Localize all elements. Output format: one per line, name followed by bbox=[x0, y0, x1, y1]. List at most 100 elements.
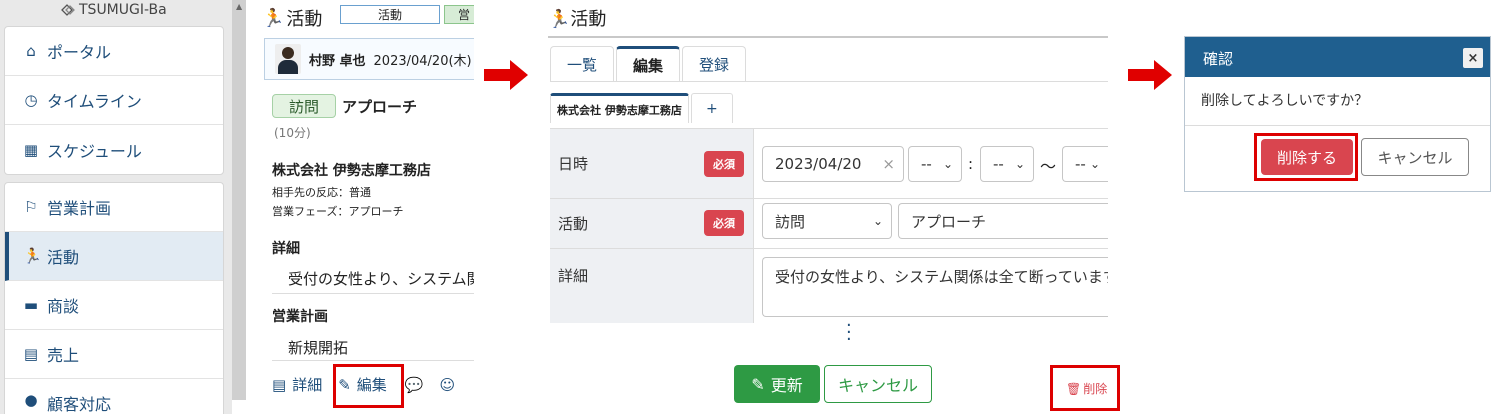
detail-heading: 詳細 bbox=[272, 241, 300, 257]
activity-name: アプローチ bbox=[342, 98, 418, 116]
tab-register[interactable]: 登録 bbox=[682, 46, 747, 82]
visit-badge: 訪問 bbox=[272, 94, 336, 118]
detail-textarea[interactable]: 受付の女性より、システム関係は全て断っています bbox=[762, 257, 1108, 317]
logo-mark-icon bbox=[61, 4, 75, 16]
chevron-down-icon: ⌄ bbox=[1089, 157, 1100, 171]
page-title: 🏃活動 bbox=[548, 5, 606, 31]
activity-type-value: 訪問 bbox=[775, 212, 806, 231]
user-name: 村野 卓也 bbox=[309, 53, 366, 69]
arrow-right-icon bbox=[1128, 60, 1172, 90]
sidebar-item-customer-support[interactable]: ● 顧客対応 bbox=[5, 379, 223, 414]
edit-icon: ✎ bbox=[751, 374, 765, 394]
cancel-button[interactable]: キャンセル bbox=[824, 365, 932, 403]
chevron-down-icon: ⌄ bbox=[1014, 157, 1025, 171]
detail-textarea-value: 受付の女性より、システム関係は全て断っています bbox=[775, 268, 1108, 286]
end-hour-select[interactable]: -- ⌄ bbox=[1062, 146, 1108, 182]
running-icon: 🏃 bbox=[548, 9, 571, 30]
form-label-cell: 日時 必須 bbox=[550, 129, 754, 198]
sidebar-item-label: 活動 bbox=[47, 248, 80, 267]
running-icon: 🏃 bbox=[262, 7, 285, 29]
header-divider bbox=[548, 36, 1108, 38]
sidebar-item-activity[interactable]: 🏃 活動 bbox=[5, 232, 223, 281]
nav-group-main: ⌂ ポータル ◷ タイムライン ▦ スケジュール bbox=[4, 26, 224, 175]
date-input[interactable]: 2023/04/20 × bbox=[762, 146, 904, 182]
tabs-divider bbox=[550, 81, 1108, 82]
nav-group-sales: ⚐ 営業計画 🏃 活動 ▬ 商談 ▤ 売上 ● 顧客対応 bbox=[4, 182, 224, 414]
sidebar-item-label: タイムライン bbox=[47, 92, 142, 111]
form-row-activity: 活動 必須 訪問 ⌄ アプローチ bbox=[550, 199, 1108, 249]
dialog-divider bbox=[1185, 125, 1490, 126]
activity-name-input[interactable]: アプローチ bbox=[898, 203, 1108, 239]
scroll-up-arrow-icon[interactable]: ▲ bbox=[236, 2, 242, 11]
invoice-icon: ▤ bbox=[23, 345, 39, 363]
page-title-text: 活動 bbox=[570, 9, 607, 30]
highlight-edit bbox=[333, 364, 404, 408]
activity-type-select[interactable]: 訪問 ⌄ bbox=[762, 203, 892, 239]
subtab-company[interactable]: 株式会社 伊勢志摩工務店 bbox=[550, 93, 689, 123]
sales-phase: 営業フェーズ：アプローチ bbox=[272, 205, 404, 218]
user-card: 村野 卓也 2023/04/20(木) bbox=[264, 38, 474, 80]
start-minute-value: -- bbox=[993, 155, 1004, 173]
form-row-datetime: 日時 必須 2023/04/20 × -- ⌄ : -- ⌄ 〜 -- ⌄ bbox=[550, 129, 1108, 199]
form-label-cell: 活動 必須 bbox=[550, 199, 754, 248]
sidebar-item-label: 商談 bbox=[47, 297, 80, 316]
reaction: 相手先の反応：普通 bbox=[272, 186, 371, 199]
sidebar: TSUMUGI-Ba ⌂ ポータル ◷ タイムライン ▦ スケジュール ⚐ 営業… bbox=[0, 0, 232, 414]
smile-icon[interactable]: ☺ bbox=[439, 376, 455, 394]
sales-plan-heading: 営業計画 bbox=[272, 309, 328, 325]
sales-plan-text: 新規開拓 bbox=[288, 339, 349, 357]
sidebar-item-timeline[interactable]: ◷ タイムライン bbox=[5, 76, 223, 125]
time-range-tilde: 〜 bbox=[1040, 157, 1057, 176]
add-subtab-button[interactable]: + bbox=[690, 93, 733, 123]
sidebar-item-portal[interactable]: ⌂ ポータル bbox=[5, 27, 223, 76]
datetime-label: 日時 bbox=[558, 155, 589, 173]
tab-list[interactable]: 一覧 bbox=[550, 46, 615, 82]
header-chip-activity[interactable]: 活動 bbox=[340, 5, 440, 24]
form-row-detail: 詳細 受付の女性より、システム関係は全て断っています bbox=[550, 249, 1108, 323]
activity-form: 日時 必須 2023/04/20 × -- ⌄ : -- ⌄ 〜 -- ⌄ 活動… bbox=[550, 128, 1108, 323]
clear-icon[interactable]: × bbox=[882, 155, 895, 173]
detail-list-icon: ▤ bbox=[272, 375, 287, 394]
home-icon: ⌂ bbox=[26, 42, 36, 60]
sidebar-item-deals[interactable]: ▬ 商談 bbox=[5, 281, 223, 330]
sidebar-item-label: 顧客対応 bbox=[47, 395, 112, 414]
logo-text: TSUMUGI-Ba bbox=[79, 2, 167, 18]
sidebar-item-label: スケジュール bbox=[47, 141, 142, 161]
update-button[interactable]: ✎ 更新 bbox=[734, 365, 820, 403]
briefcase-icon: ▬ bbox=[23, 296, 39, 314]
form-label-cell: 詳細 bbox=[550, 249, 754, 323]
app-logo[interactable]: TSUMUGI-Ba bbox=[60, 2, 167, 18]
start-minute-select[interactable]: -- ⌄ bbox=[980, 146, 1034, 182]
person-icon: ● bbox=[24, 391, 38, 409]
tab-bar: 一覧 編集 登録 bbox=[550, 46, 748, 82]
activity-detail-panel: 🏃 活動 活動 営 村野 卓也 2023/04/20(木) 訪問 アプローチ (… bbox=[248, 0, 474, 414]
more-vertical-icon[interactable]: · · · bbox=[846, 317, 852, 349]
page-title-text: 活動 bbox=[286, 9, 323, 30]
header-chip-sales[interactable]: 営 bbox=[444, 5, 474, 24]
activity-name-value: アプローチ bbox=[911, 212, 987, 231]
avatar bbox=[275, 44, 301, 74]
calendar-icon: ▦ bbox=[23, 140, 39, 159]
sidebar-item-sales-plan[interactable]: ⚐ 営業計画 bbox=[5, 183, 223, 232]
sidebar-item-schedule[interactable]: ▦ スケジュール bbox=[5, 125, 223, 174]
start-hour-value: -- bbox=[921, 155, 932, 173]
dialog-cancel-button[interactable]: キャンセル bbox=[1361, 138, 1469, 176]
scrollbar[interactable] bbox=[232, 0, 246, 400]
required-badge: 必須 bbox=[704, 210, 744, 236]
dialog-message: 削除してよろしいですか？ bbox=[1201, 93, 1369, 109]
date-value: 2023/04/20 bbox=[775, 155, 862, 173]
close-icon[interactable]: × bbox=[1463, 48, 1483, 68]
clock-icon: ◷ bbox=[24, 91, 38, 109]
subtab-bar: 株式会社 伊勢志摩工務店 + bbox=[550, 93, 733, 123]
sidebar-item-label: ポータル bbox=[47, 43, 112, 62]
comment-icon[interactable]: 💬 bbox=[405, 376, 424, 394]
time-colon: : bbox=[968, 155, 974, 173]
chevron-down-icon: ⌄ bbox=[872, 214, 883, 228]
activity-edit-panel: 🏃活動 一覧 編集 登録 株式会社 伊勢志摩工務店 + 日時 必須 2023/0… bbox=[540, 0, 1110, 414]
detail-link[interactable]: 詳細 bbox=[292, 374, 322, 395]
duration: (10分) bbox=[274, 126, 311, 140]
start-hour-select[interactable]: -- ⌄ bbox=[908, 146, 962, 182]
tab-edit[interactable]: 編集 bbox=[616, 46, 681, 82]
sidebar-item-sales[interactable]: ▤ 売上 bbox=[5, 330, 223, 379]
page-title: 🏃 活動 bbox=[262, 5, 322, 31]
